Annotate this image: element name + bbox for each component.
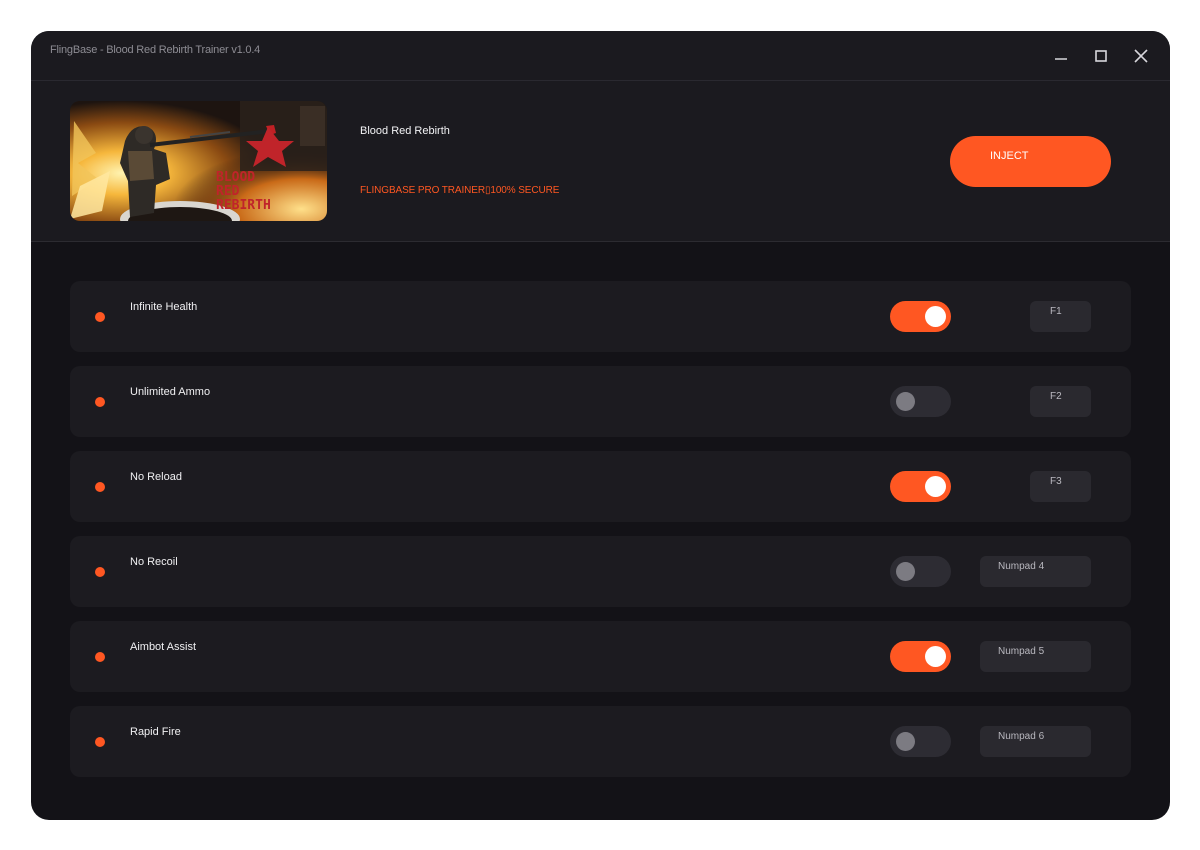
cheat-name: Unlimited Ammo <box>130 386 211 398</box>
hotkey-button[interactable]: Numpad 6 <box>980 726 1091 757</box>
maximize-button[interactable] <box>1090 45 1112 67</box>
cheat-toggle[interactable] <box>890 726 951 757</box>
cheat-toggle[interactable] <box>890 471 951 502</box>
status-dot-icon <box>95 397 105 407</box>
hotkey-label: F1 <box>1050 306 1062 317</box>
cheat-toggle[interactable] <box>890 556 951 587</box>
inject-button-label: INJECT <box>990 150 1029 162</box>
toggle-knob <box>896 562 915 581</box>
toggle-knob <box>896 732 915 751</box>
cheat-row: No Reload F3 <box>70 451 1131 522</box>
cheat-list: Infinite Health F1 Unlimited Ammo F2 No Relo… <box>70 281 1131 791</box>
toggle-knob <box>896 392 915 411</box>
hotkey-button[interactable]: Numpad 5 <box>980 641 1091 672</box>
hotkey-label: Numpad 6 <box>998 731 1045 742</box>
cheat-name: Rapid Fire <box>130 726 181 738</box>
window-title: FlingBase - Blood Red Rebirth Trainer v1… <box>50 44 261 56</box>
toggle-knob <box>925 646 946 667</box>
hotkey-button[interactable]: F1 <box>1030 301 1091 332</box>
trainer-subtitle: FLINGBASE PRO TRAINER▯100% SECURE <box>360 185 560 196</box>
banner-text-red: RED <box>216 184 240 199</box>
cheat-row: Unlimited Ammo F2 <box>70 366 1131 437</box>
close-button[interactable] <box>1130 45 1152 67</box>
hotkey-button[interactable]: F2 <box>1030 386 1091 417</box>
close-icon <box>1134 49 1148 63</box>
status-dot-icon <box>95 652 105 662</box>
title-bar[interactable]: FlingBase - Blood Red Rebirth Trainer v1… <box>31 31 1170 81</box>
toggle-knob <box>925 476 946 497</box>
status-dot-icon <box>95 312 105 322</box>
banner-text-rebirth: REBIRTH <box>216 198 271 213</box>
game-cover-image: BLOOD RED REBIRTH <box>70 101 327 221</box>
cheat-toggle[interactable] <box>890 301 951 332</box>
cheat-row: No Recoil Numpad 4 <box>70 536 1131 607</box>
hotkey-label: F2 <box>1050 391 1062 402</box>
game-header: BLOOD RED REBIRTH Blood Red Rebirth FLIN… <box>31 81 1170 242</box>
status-dot-icon <box>95 737 105 747</box>
minimize-icon <box>1055 58 1067 60</box>
cheat-name: Aimbot Assist <box>130 641 197 653</box>
toggle-knob <box>925 306 946 327</box>
cheat-name: No Recoil <box>130 556 178 568</box>
hotkey-button[interactable]: Numpad 4 <box>980 556 1091 587</box>
hotkey-button[interactable]: F3 <box>1030 471 1091 502</box>
cheat-name: Infinite Health <box>130 301 198 313</box>
cheat-toggle[interactable] <box>890 386 951 417</box>
hotkey-label: Numpad 4 <box>998 561 1045 572</box>
maximize-icon <box>1095 50 1107 62</box>
banner-text-blood: BLOOD <box>216 170 255 185</box>
cheat-name: No Reload <box>130 471 182 483</box>
cheat-row: Infinite Health F1 <box>70 281 1131 352</box>
trainer-window: FlingBase - Blood Red Rebirth Trainer v1… <box>31 31 1170 820</box>
inject-button[interactable]: INJECT <box>950 136 1111 187</box>
game-title: Blood Red Rebirth <box>360 125 450 137</box>
status-dot-icon <box>95 567 105 577</box>
cheat-row: Aimbot Assist Numpad 5 <box>70 621 1131 692</box>
cheat-toggle[interactable] <box>890 641 951 672</box>
minimize-button[interactable] <box>1050 45 1072 67</box>
cheat-row: Rapid Fire Numpad 6 <box>70 706 1131 777</box>
hotkey-label: Numpad 5 <box>998 646 1045 657</box>
status-dot-icon <box>95 482 105 492</box>
hotkey-label: F3 <box>1050 476 1062 487</box>
